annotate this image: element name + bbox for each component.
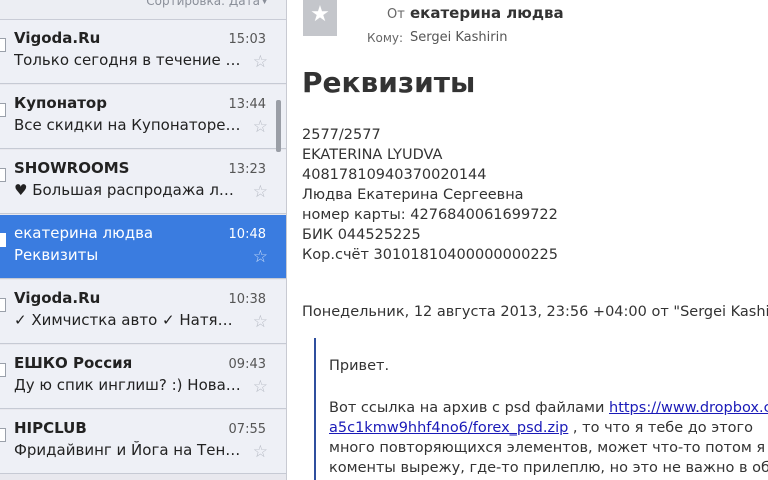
dropbox-link[interactable]: https://www.dropbox.com/s/ bbox=[609, 400, 768, 416]
message-list-pane: Сортировка: Дата ▼ Vigoda.Ru 15:03 Только … bbox=[0, 0, 287, 480]
message-snippet: Реквизиты bbox=[14, 246, 99, 264]
select-checkbox[interactable] bbox=[0, 363, 6, 377]
message-snippet: Все скидки на Купонаторе! Ежедневно bbox=[14, 116, 242, 134]
to-name[interactable]: Sergei Kashirin bbox=[410, 30, 507, 45]
message-time: 15:03 bbox=[228, 32, 266, 47]
star-icon[interactable]: ☆ bbox=[253, 117, 268, 137]
message-time: 13:44 bbox=[228, 97, 266, 112]
message-snippet: ✓ Химчистка авто ✓ Натяжные bbox=[14, 311, 242, 329]
list-item[interactable]: екатерина людва 10:48 Реквизиты ☆ bbox=[0, 215, 286, 279]
star-icon[interactable]: ☆ bbox=[253, 377, 268, 397]
sender-name: Vigoda.Ru bbox=[14, 289, 101, 307]
star-icon[interactable]: ☆ bbox=[253, 247, 268, 267]
message-snippet: Фридайвинг и Йога на Тенерифе bbox=[14, 441, 242, 459]
star-icon[interactable]: ☆ bbox=[253, 182, 268, 202]
message-body: 2577/2577 EKATERINA LYUDVA 4081781094037… bbox=[302, 125, 558, 265]
chevron-down-icon[interactable]: ▼ bbox=[261, 0, 268, 6]
list-item[interactable]: Vigoda.Ru 15:03 Только сегодня в течение д… bbox=[0, 20, 286, 84]
message-view: ★ От екатерина людва Кому: Sergei Kashir… bbox=[287, 0, 768, 480]
sender-name: HIPCLUB bbox=[14, 419, 87, 437]
message-time: 07:55 bbox=[228, 422, 266, 437]
star-icon: ★ bbox=[310, 2, 330, 27]
message-time: 10:38 bbox=[228, 292, 266, 307]
quote-text: , то что я тебе до этого bbox=[568, 420, 754, 436]
sender-name: Купонатор bbox=[14, 94, 107, 112]
sender-name: SHOWROOMS bbox=[14, 159, 130, 177]
sender-name: ЕШКО Россия bbox=[14, 354, 133, 372]
message-snippet: ♥ Большая распродажа летней bbox=[14, 181, 242, 199]
body-line: Кор.счёт 30101810400000000225 bbox=[302, 247, 559, 263]
message-time: 13:23 bbox=[228, 162, 266, 177]
body-line: EKATERINA LYUDVA bbox=[302, 147, 443, 163]
star-icon[interactable]: ☆ bbox=[253, 312, 268, 332]
message-time: 09:43 bbox=[228, 357, 266, 372]
quote-line: коменты вырежу, где-то прилеплю, но это … bbox=[329, 460, 768, 476]
sort-label[interactable]: Сортировка: Дата bbox=[146, 0, 260, 8]
quote-text: Вот ссылка на архив с psd файлами bbox=[329, 400, 609, 416]
star-icon[interactable]: ☆ bbox=[253, 52, 268, 72]
quote-line: много повторяющихся элементов, может что… bbox=[329, 440, 766, 456]
quoted-message: Привет. Вот ссылка на архив с psd файлам… bbox=[314, 338, 768, 480]
body-line: Людва Екатерина Сергеевна bbox=[302, 187, 524, 203]
message-snippet: Только сегодня в течение дня bbox=[14, 51, 242, 69]
quote-line: Вот ссылка на архив с psd файлами https:… bbox=[329, 398, 768, 418]
body-line: БИК 044525225 bbox=[302, 227, 421, 243]
message-subject: Реквизиты bbox=[302, 66, 476, 99]
star-icon[interactable]: ☆ bbox=[253, 442, 268, 462]
sender-name: екатерина людва bbox=[14, 224, 154, 242]
list-item[interactable]: Vigoda.Ru 10:38 ✓ Химчистка авто ✓ Натяжны… bbox=[0, 280, 286, 344]
sort-bar[interactable]: Сортировка: Дата ▼ bbox=[0, 0, 286, 20]
list-item[interactable]: HIPCLUB 07:55 Фридайвинг и Йога на Тенериф… bbox=[0, 410, 286, 474]
select-checkbox[interactable] bbox=[0, 103, 6, 117]
body-line: 2577/2577 bbox=[302, 127, 381, 143]
message-snippet: Ду ю спик инглиш? :) Новая программа bbox=[14, 376, 242, 394]
dropbox-link-cont[interactable]: a5c1kmw9hhf4no6/forex_psd.zip bbox=[329, 420, 568, 436]
quote-greeting: Привет. bbox=[329, 358, 390, 374]
from-label: От bbox=[387, 7, 405, 22]
quote-line: a5c1kmw9hhf4no6/forex_psd.zip , то что я… bbox=[329, 418, 768, 438]
quote-header: Понедельник, 12 августа 2013, 23:56 +04:… bbox=[302, 304, 768, 320]
body-line: 40817810940370020144 bbox=[302, 167, 487, 183]
select-checkbox[interactable] bbox=[0, 38, 6, 52]
list-item[interactable]: ЕШКО Россия 09:43 Ду ю спик инглиш? :) Нов… bbox=[0, 345, 286, 409]
select-checkbox[interactable] bbox=[0, 168, 6, 182]
quote-paragraph: Вот ссылка на архив с psd файлами https:… bbox=[329, 398, 768, 478]
list-item[interactable]: Купонатор 13:44 Все скидки на Купонаторе! … bbox=[0, 85, 286, 149]
sender-name: Vigoda.Ru bbox=[14, 29, 101, 47]
scrollbar[interactable] bbox=[276, 100, 281, 152]
sender-avatar[interactable]: ★ bbox=[303, 0, 337, 36]
to-label: Кому: bbox=[367, 31, 404, 45]
message-time: 10:48 bbox=[228, 227, 266, 242]
body-line: номер карты: 4276840061699722 bbox=[302, 207, 558, 223]
select-checkbox[interactable] bbox=[0, 298, 6, 312]
list-item[interactable]: SHOWROOMS 13:23 ♥ Большая распродажа летне… bbox=[0, 150, 286, 214]
from-name[interactable]: екатерина людва bbox=[410, 4, 564, 22]
select-checkbox[interactable] bbox=[0, 233, 6, 247]
select-checkbox[interactable] bbox=[0, 428, 6, 442]
